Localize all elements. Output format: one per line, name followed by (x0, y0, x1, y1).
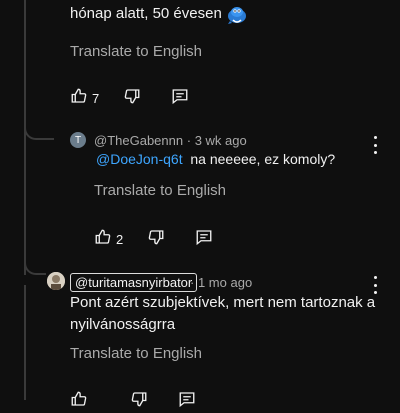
like-count: 2 (116, 232, 124, 247)
reply-icon[interactable] (178, 390, 196, 413)
thumbs-down-icon[interactable] (147, 228, 165, 251)
reply-connector (24, 118, 54, 140)
comment-actions (70, 390, 196, 413)
thumbs-up-icon[interactable] (70, 87, 88, 110)
thread-line (24, 0, 26, 275)
author-handle[interactable]: @TheGabennn (94, 133, 183, 148)
blue-bird-emoji-icon (226, 3, 248, 25)
mention-link[interactable]: @DoeJon-q6t (96, 151, 183, 167)
reply-text: @DoeJon-q6t na neeeee, ez komoly? (96, 151, 336, 167)
comment-text: hónap alatt, 50 évesen (70, 3, 248, 25)
reply-connector (24, 253, 46, 275)
like-count: 7 (92, 91, 100, 106)
translate-link[interactable]: Translate to English (70, 43, 202, 60)
thumbs-down-icon[interactable] (123, 87, 141, 110)
reply-icon[interactable] (195, 228, 213, 251)
reply-header: @TheGabennn · 3 wk ago (94, 133, 247, 148)
thumbs-up-icon[interactable] (70, 390, 88, 413)
reply-icon[interactable] (171, 87, 189, 110)
author-handle[interactable]: @turitamasnyirbator (70, 273, 198, 292)
avatar[interactable]: T (70, 132, 86, 148)
timestamp: 3 wk ago (194, 133, 247, 148)
avatar[interactable] (47, 272, 65, 290)
comment-meta: · 1 mo ago (190, 275, 253, 290)
thread-line (24, 285, 26, 400)
reply-actions: 2 (94, 228, 213, 251)
comment-text: Pont azért szubjektívek, mert nem tartoz… (70, 294, 376, 333)
comment-actions: 7 (70, 87, 189, 110)
translate-link[interactable]: Translate to English (70, 345, 202, 362)
translate-link[interactable]: Translate to English (94, 182, 226, 199)
timestamp: 1 mo ago (197, 275, 253, 290)
more-options-icon[interactable] (372, 136, 378, 154)
thumbs-up-icon[interactable] (94, 228, 112, 251)
thumbs-down-icon[interactable] (130, 390, 148, 413)
